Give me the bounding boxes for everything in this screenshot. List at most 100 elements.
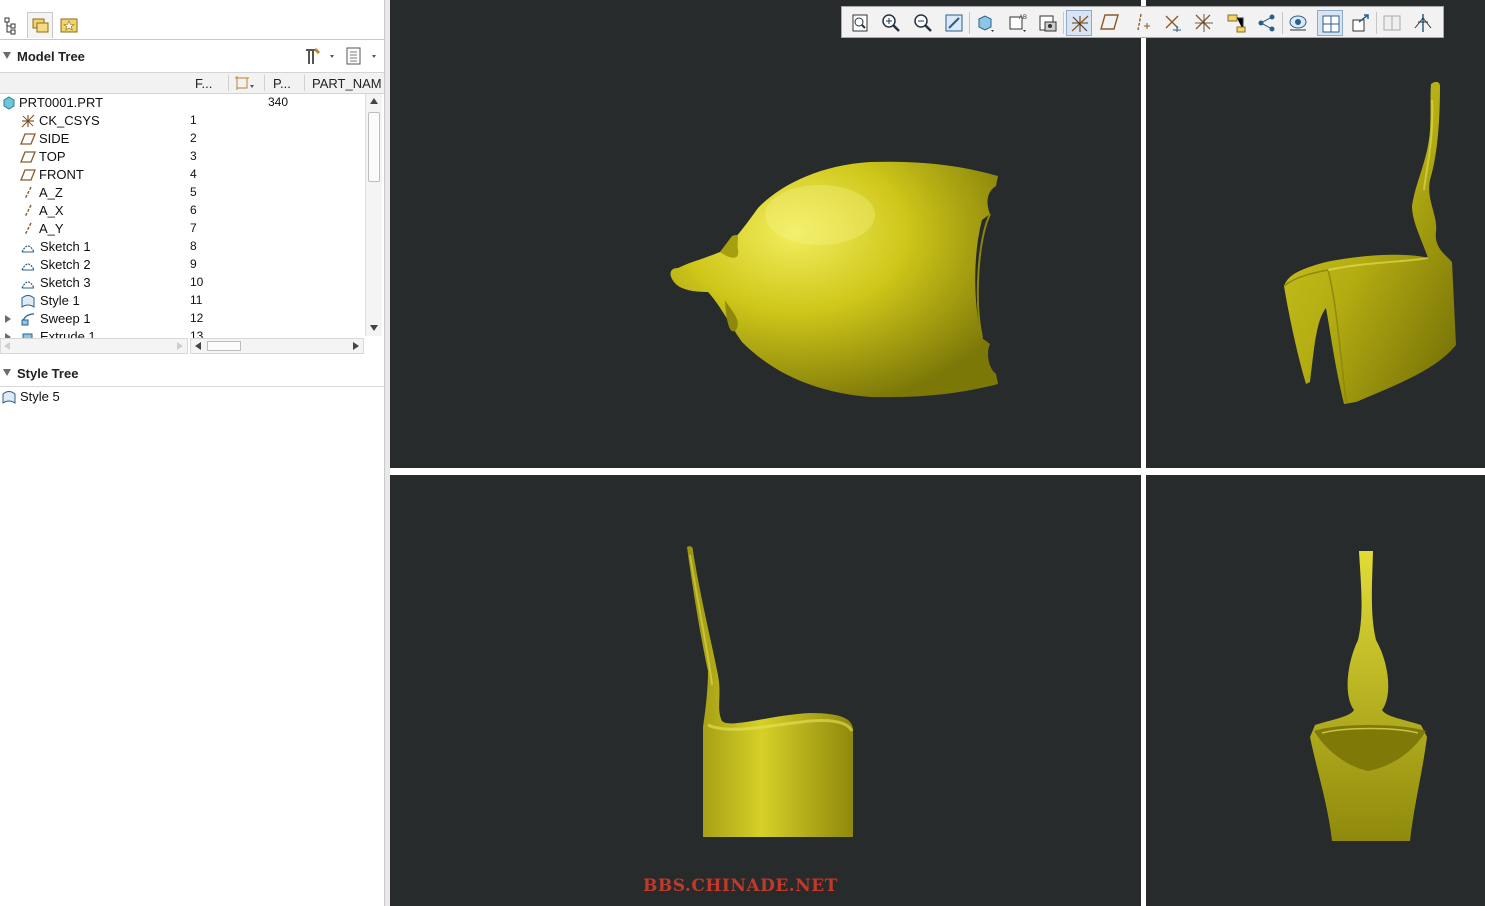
toolbar-separator [1376,12,1378,34]
tree-row-sketch-3[interactable]: Sketch 3 10 [0,274,365,292]
expand-icon[interactable] [5,315,11,323]
tree-row-front[interactable]: FRONT 4 [0,166,365,184]
plane-display-icon [1071,15,1089,32]
scroll-up-icon[interactable] [370,98,378,104]
tree-row-label: Sketch 1 [40,239,91,254]
tree-row-ck-csys[interactable]: CK_CSYS 1 [0,112,365,130]
toolbar-separator [1282,12,1284,34]
tree-row-style-1[interactable]: Style 1 11 [0,292,365,310]
tree-row-number: 9 [190,257,197,271]
tree-column-header: F... P... PART_NAM [0,72,384,94]
column-p[interactable]: P... [273,76,291,91]
refit-icon [852,14,868,32]
split-view-icon [1383,15,1401,31]
view-manager-button[interactable] [1035,10,1061,36]
section-button[interactable] [1410,10,1436,36]
column-feat-number[interactable]: F... [195,76,212,91]
scroll-down-icon[interactable] [370,325,378,331]
tree-vertical-scrollbar[interactable] [365,94,382,336]
view-top-left[interactable] [390,0,1141,468]
axis-display-button[interactable] [1097,10,1123,36]
saved-orientations-button[interactable]: AB [1004,10,1030,36]
scroll-right-icon[interactable] [177,342,183,350]
datum-plane-icon [20,151,36,163]
datum-axis-icon [24,204,32,218]
tab-model-tree[interactable] [2,12,28,38]
tree-row-sketch-1[interactable]: Sketch 1 8 [0,238,365,256]
split-view-button[interactable] [1379,10,1405,36]
tree-row-number: 5 [190,185,197,199]
watermark: BBS.CHINADE.NET [643,876,838,896]
vertical-view-divider[interactable] [1141,0,1146,906]
tree-row-top[interactable]: TOP 3 [0,148,365,166]
model-tree-header[interactable]: Model Tree [0,43,384,69]
collapse-icon[interactable] [3,52,11,59]
column-part-name[interactable]: PART_NAM [312,76,382,91]
favorites-icon [60,18,78,33]
model-tree-display-button[interactable] [1254,10,1280,36]
refit-button[interactable] [847,10,873,36]
plane-display-button[interactable] [1066,10,1093,36]
tree-settings-icon[interactable] [300,44,344,68]
chair-isometric-view [1283,81,1456,405]
point-display-button[interactable] [1129,10,1155,36]
tree-row-label: Extrude 1 [40,329,96,338]
style-tree-item-label: Style 5 [20,389,60,404]
tree-row-extrude-1[interactable]: Extrude 1 13 [0,328,365,338]
perspective-button[interactable] [1285,10,1311,36]
tree-row-a-x[interactable]: A_X 6 [0,202,365,220]
model-tree-icon [4,17,16,35]
zoom-in-icon [882,14,901,32]
horizontal-view-divider[interactable] [390,468,1485,475]
saved-orientations-icon: AB [1009,15,1027,32]
style-tree-item[interactable]: Style 5 [0,388,365,406]
extrude-icon [22,333,33,338]
tree-row-sweep-1[interactable]: Sweep 1 12 [0,310,365,328]
scroll-thumb[interactable] [368,112,380,182]
scroll-left-icon[interactable] [4,342,10,350]
view-bottom-left[interactable] [390,475,1141,906]
spin-center-button[interactable] [1191,10,1217,36]
axis-display-icon [1100,14,1120,30]
tree-row-a-y[interactable]: A_Y 7 [0,220,365,238]
csys-display-button[interactable] [1160,10,1186,36]
tree-name-hscrollbar[interactable] [0,338,188,354]
part-icon [3,96,15,110]
tree-row-number: 6 [190,203,197,217]
style-tree-header[interactable]: Style Tree [0,360,384,387]
multiple-views-button[interactable] [1316,10,1343,36]
scroll-left-icon[interactable] [195,342,201,350]
collapse-icon[interactable] [3,369,11,376]
show-menu-icon[interactable] [344,44,384,68]
tree-row-label: TOP [39,149,66,164]
scroll-right-icon[interactable] [353,342,359,350]
tree-row-a-z[interactable]: A_Z 5 [0,184,365,202]
tree-row-part[interactable]: PRT0001.PRT 340 [0,94,365,112]
tab-favorites[interactable] [56,12,82,38]
annotation-display-button[interactable] [1223,10,1249,36]
tree-columns-hscrollbar[interactable] [190,338,364,354]
display-style-button[interactable] [972,10,998,36]
repaint-button[interactable] [941,10,967,36]
navigator-panel: Model Tree F... P... PART_NAM PRT0001.PR… [0,0,384,906]
section-icon [1415,14,1432,32]
hscroll-thumb[interactable] [207,341,241,351]
column-status-icon[interactable] [234,75,256,91]
svg-text:AB: AB [1019,15,1027,21]
multiple-views-icon [1322,15,1339,33]
tree-row-number: 7 [190,221,197,235]
tree-row-side[interactable]: SIDE 2 [0,130,365,148]
view-top-right[interactable] [1146,0,1485,468]
datum-plane-icon [20,169,36,181]
zoom-out-button[interactable] [910,10,936,36]
tree-row-sketch-2[interactable]: Sketch 2 9 [0,256,365,274]
tree-row-number: 3 [190,149,197,163]
graphics-window[interactable] [390,0,1485,906]
tab-folder-browser[interactable] [27,12,53,38]
zoom-in-button[interactable] [878,10,904,36]
view-bottom-right[interactable] [1146,475,1485,906]
next-view-button[interactable] [1348,10,1374,36]
chair-front-view [1310,551,1427,841]
repaint-icon [945,14,963,32]
datum-axis-icon [24,222,32,236]
